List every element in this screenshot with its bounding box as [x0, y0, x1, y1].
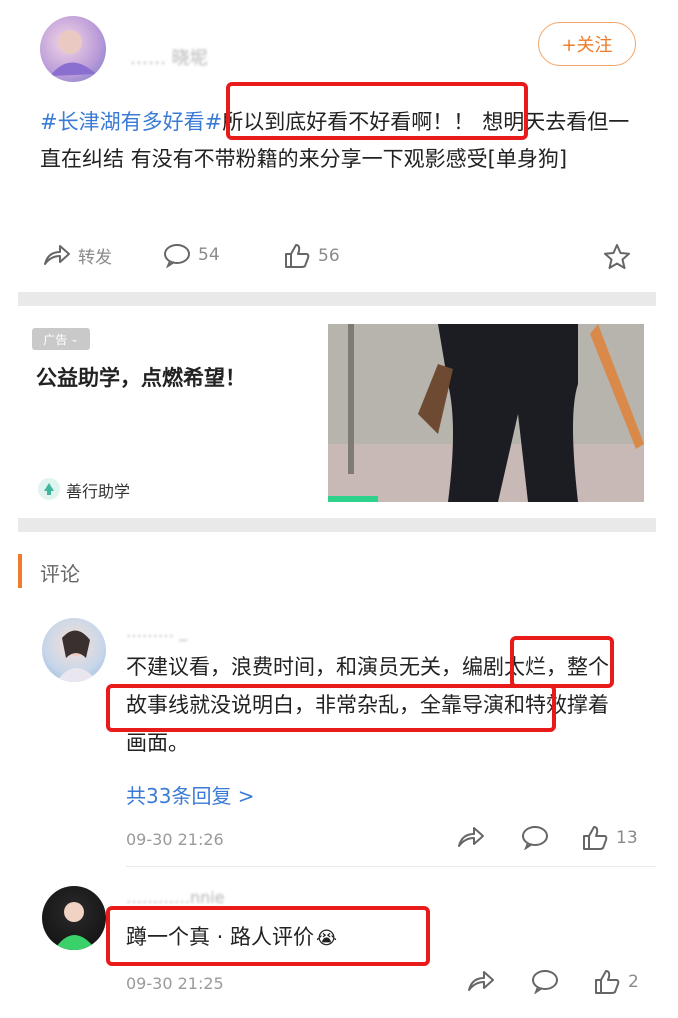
comment-like-button[interactable]: 13 [580, 824, 638, 852]
thumbs-up-icon [595, 970, 620, 994]
comment-count: 54 [198, 245, 220, 265]
share-icon [44, 245, 70, 265]
avatar-image [56, 630, 98, 682]
ad-tag-label: 广告 [43, 332, 68, 347]
divider [18, 518, 656, 532]
follow-button[interactable]: +关注 [538, 22, 636, 66]
more-replies-link[interactable]: 共33条回复 > [126, 780, 255, 809]
comment-button[interactable]: 54 [162, 242, 220, 268]
ad-title[interactable]: 公益助学，点燃希望！ [36, 362, 246, 392]
avatar-image [54, 902, 96, 950]
comment-author-name[interactable]: …………nnie [126, 888, 225, 907]
comment-share-button[interactable] [456, 824, 486, 854]
comment-like-count: 2 [628, 972, 639, 992]
divider [18, 292, 656, 306]
highlight-box-post [226, 82, 528, 140]
comment-reply-button[interactable] [520, 824, 550, 854]
comment-text-before: 不建议看，浪费时间，和演员无关， [126, 655, 462, 679]
like-count: 56 [318, 246, 340, 266]
topic-link[interactable]: #长津湖有多好看# [40, 110, 222, 134]
comment-icon [532, 970, 558, 995]
favorite-button[interactable] [602, 242, 632, 276]
comment-divider [126, 866, 656, 867]
comment-like-count: 13 [616, 828, 638, 848]
comment-author-name[interactable]: ……… _ [126, 622, 187, 641]
highlight-box-comment [510, 636, 614, 688]
comment-avatar[interactable] [42, 618, 106, 682]
thumbs-up-icon [583, 826, 608, 850]
share-icon [468, 971, 494, 991]
like-button[interactable]: 56 [282, 242, 340, 270]
comments-section-title: 评论 [40, 562, 80, 586]
repost-button[interactable]: 转发 [42, 242, 112, 268]
ad-image[interactable] [328, 324, 644, 502]
share-icon [458, 827, 484, 847]
repost-label: 转发 [78, 247, 112, 268]
ad-brand-icon [38, 478, 60, 500]
ad-tag[interactable]: 广告 ⌄ [32, 328, 90, 350]
post-author-avatar[interactable] [40, 16, 106, 82]
thumbs-up-icon [285, 244, 310, 268]
post-author-name[interactable]: …… 晓坭 [130, 44, 208, 70]
comment-time: 09-30 21:25 [126, 974, 224, 993]
comment-avatar[interactable] [42, 886, 106, 950]
comment-reply-button[interactable] [530, 968, 560, 998]
highlight-box-comment [106, 906, 430, 966]
ad-brand-name[interactable]: 善行助学 [66, 478, 130, 502]
comment-time: 09-30 21:26 [126, 830, 224, 849]
highlight-box-comment [106, 684, 556, 732]
comment-like-button[interactable]: 2 [592, 968, 639, 996]
comment-share-button[interactable] [466, 968, 496, 998]
chevron-down-icon: ⌄ [70, 333, 79, 345]
star-icon [604, 244, 630, 269]
avatar-image [50, 30, 96, 76]
comment-icon [522, 826, 548, 851]
comment-icon [164, 244, 190, 268]
section-accent-bar [18, 554, 22, 588]
